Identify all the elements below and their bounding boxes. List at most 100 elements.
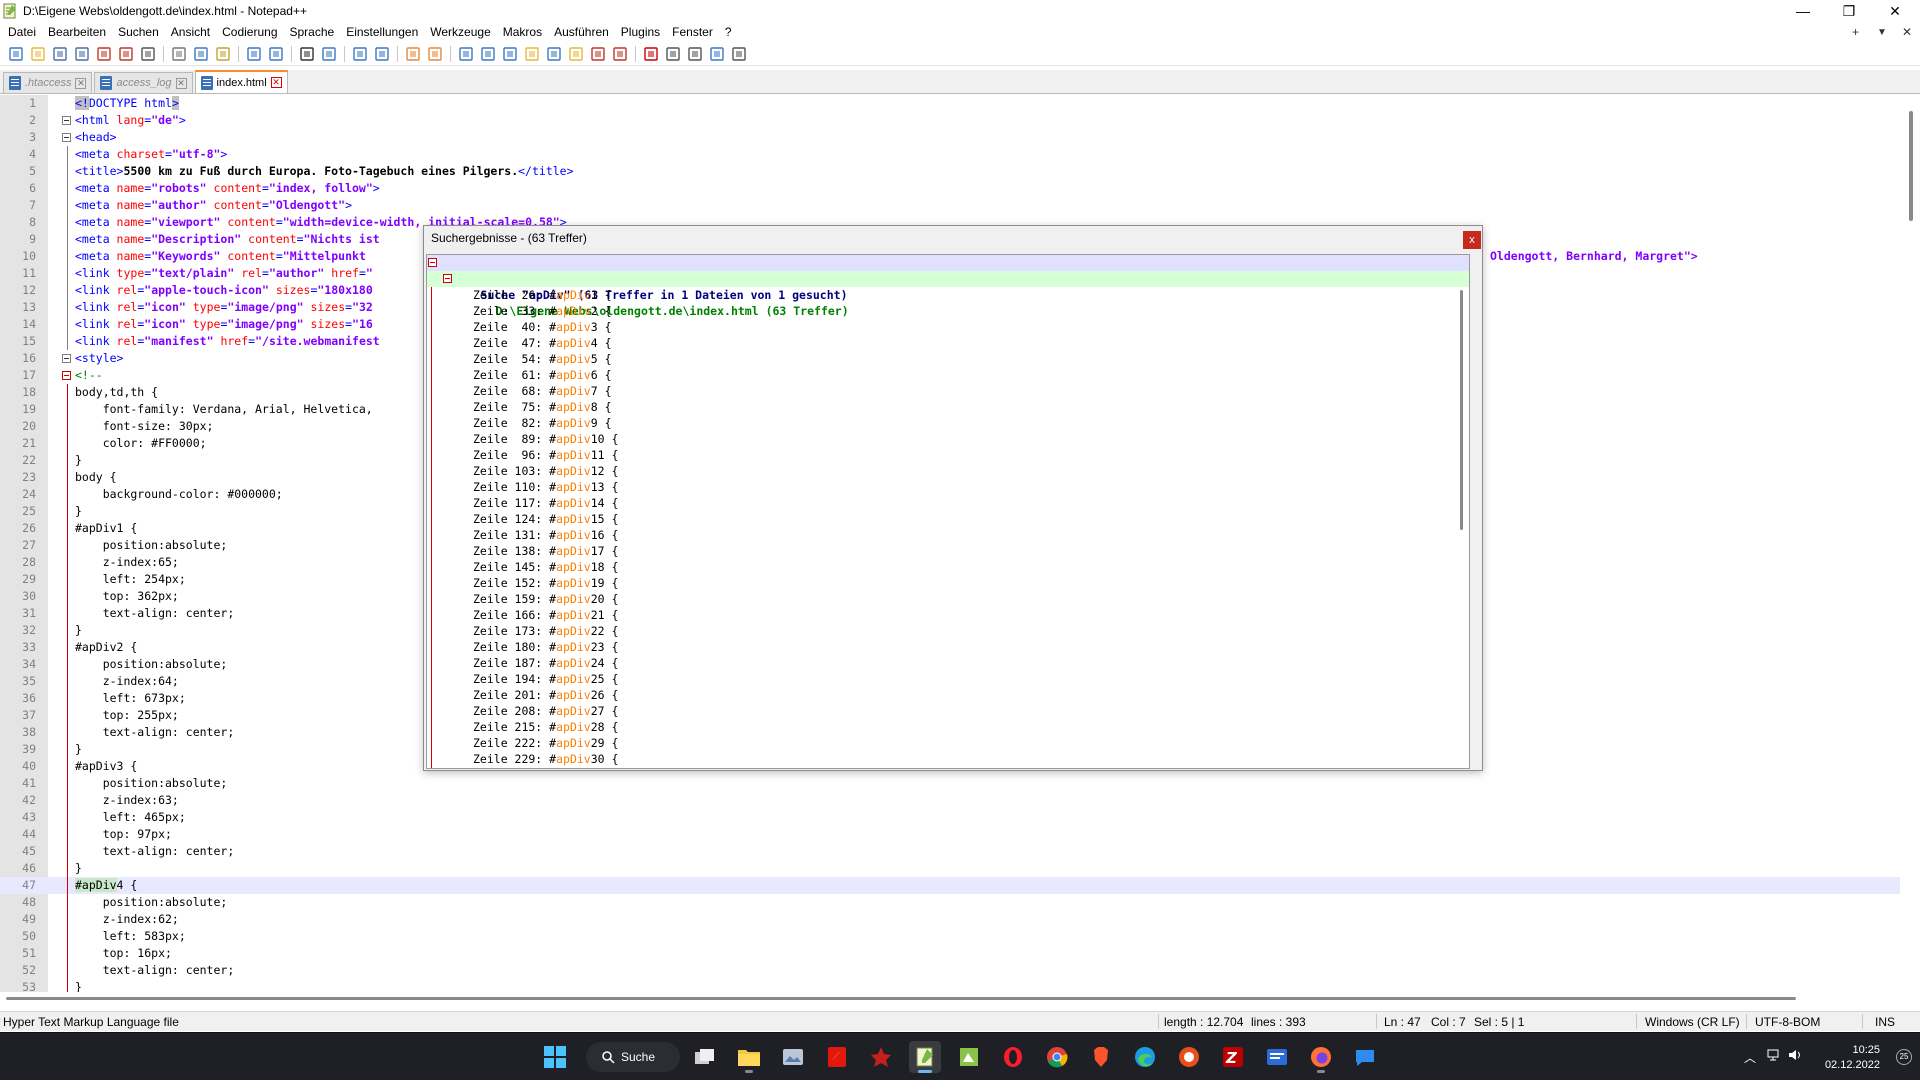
fold-toggle-icon[interactable] (62, 354, 71, 363)
run-macro-multiple-icon[interactable] (707, 44, 727, 64)
acrobat-icon[interactable] (821, 1041, 853, 1073)
file-explorer-icon[interactable] (733, 1041, 765, 1073)
task-view-icon[interactable] (689, 1041, 721, 1073)
func-list-icon[interactable] (566, 44, 586, 64)
app-orange-icon[interactable] (1173, 1041, 1205, 1073)
print-icon[interactable] (138, 44, 158, 64)
search-hit-line[interactable]: Zeile 194: #apDiv25 { (427, 671, 1469, 687)
stop-macro-icon[interactable] (663, 44, 683, 64)
chrome-icon[interactable] (1041, 1041, 1073, 1073)
search-hit-line[interactable]: Zeile 215: #apDiv28 { (427, 719, 1469, 735)
menu-makros[interactable]: Makros (497, 22, 548, 42)
search-hit-line[interactable]: Zeile 54: #apDiv5 { (427, 351, 1469, 367)
search-results-list[interactable]: Suche "apDiv" (63 Treffer in 1 Dateien v… (426, 254, 1470, 769)
zoom-out-icon[interactable] (372, 44, 392, 64)
brave-icon[interactable] (1085, 1041, 1117, 1073)
fold-toggle-icon[interactable] (443, 274, 452, 283)
save-icon[interactable] (50, 44, 70, 64)
status-eol[interactable]: Windows (CR LF) (1645, 1015, 1740, 1029)
status-encoding[interactable]: UTF-8-BOM (1755, 1015, 1820, 1029)
code-line[interactable]: 45 text-align: center; (0, 843, 1900, 860)
indent-guide-icon[interactable] (500, 44, 520, 64)
close-search-results-button[interactable]: x (1463, 231, 1481, 249)
search-hit-line[interactable]: Zeile 208: #apDiv27 { (427, 703, 1469, 719)
tab-access-log[interactable]: access_log ✕ (94, 72, 193, 93)
code-line[interactable]: 43 left: 465px; (0, 809, 1900, 826)
menu-ausfuehren[interactable]: Ausführen (548, 22, 615, 42)
taskbar-search-button[interactable]: Suche (586, 1042, 680, 1072)
search-hit-line[interactable]: Zeile 33: #apDiv2 { (427, 303, 1469, 319)
fold-toggle-icon[interactable] (428, 258, 437, 267)
chevron-up-icon[interactable]: ︿ (1744, 1049, 1756, 1066)
word-wrap-icon[interactable] (456, 44, 476, 64)
search-hit-line[interactable]: Zeile 173: #apDiv22 { (427, 623, 1469, 639)
minimize-button[interactable]: — (1780, 0, 1826, 22)
search-hit-line[interactable]: Zeile 89: #apDiv10 { (427, 431, 1469, 447)
scrollbar-thumb[interactable] (6, 997, 1796, 1000)
search-hit-line[interactable]: Zeile 103: #apDiv12 { (427, 463, 1469, 479)
redo-icon[interactable] (266, 44, 286, 64)
zoom-in-icon[interactable] (350, 44, 370, 64)
code-line[interactable]: 3 <head> (0, 129, 1900, 146)
horizontal-scrollbar[interactable] (0, 992, 1920, 1006)
cut-icon[interactable] (169, 44, 189, 64)
paste-icon[interactable] (213, 44, 233, 64)
search-hit-line[interactable]: Zeile 201: #apDiv26 { (427, 687, 1469, 703)
fold-toggle-icon[interactable] (62, 371, 71, 380)
code-line[interactable]: 41 position:absolute; (0, 775, 1900, 792)
search-hit-line[interactable]: Zeile 26: #apDiv1 { (427, 287, 1469, 303)
search-hit-line[interactable]: Zeile 131: #apDiv16 { (427, 527, 1469, 543)
all-chars-icon[interactable] (478, 44, 498, 64)
code-line[interactable]: 50 left: 583px; (0, 928, 1900, 945)
menu-ansicht[interactable]: Ansicht (165, 22, 216, 42)
find-icon[interactable] (297, 44, 317, 64)
code-line[interactable]: 4 <meta charset="utf-8"> (0, 146, 1900, 163)
search-hit-line[interactable]: Zeile 138: #apDiv17 { (427, 543, 1469, 559)
menu-einstellungen[interactable]: Einstellungen (340, 22, 424, 42)
code-line[interactable]: 53} (0, 979, 1900, 992)
code-line[interactable]: 46} (0, 860, 1900, 877)
chat-icon[interactable] (1349, 1041, 1381, 1073)
tab-htaccess[interactable]: .htaccess ✕ (3, 72, 93, 93)
code-line[interactable]: 2 <html lang="de"> (0, 112, 1900, 129)
play-macro-icon[interactable] (685, 44, 705, 64)
menu-help[interactable]: ? (719, 22, 738, 42)
search-summary-line[interactable]: Suche "apDiv" (63 Treffer in 1 Dateien v… (427, 255, 1469, 302)
menu-codierung[interactable]: Codierung (216, 22, 283, 42)
close-icon[interactable] (94, 44, 114, 64)
opera-icon[interactable] (997, 1041, 1029, 1073)
search-hit-line[interactable]: Zeile 47: #apDiv4 { (427, 335, 1469, 351)
monitoring-icon[interactable] (610, 44, 630, 64)
search-hit-line[interactable]: Zeile 110: #apDiv13 { (427, 479, 1469, 495)
search-hit-line[interactable]: Zeile 61: #apDiv6 { (427, 367, 1469, 383)
undo-icon[interactable] (244, 44, 264, 64)
search-hit-line[interactable]: Zeile 159: #apDiv20 { (427, 591, 1469, 607)
filezilla-icon[interactable]: Z (1217, 1041, 1249, 1073)
save-all-icon[interactable] (72, 44, 92, 64)
close-all-icon[interactable] (116, 44, 136, 64)
search-hit-line[interactable]: Zeile 40: #apDiv3 { (427, 319, 1469, 335)
search-hit-line[interactable]: Zeile 180: #apDiv23 { (427, 639, 1469, 655)
search-hit-line[interactable]: Zeile 229: #apDiv30 { (427, 751, 1469, 767)
code-line[interactable]: 1 <!DOCTYPE html> (0, 95, 1900, 112)
code-line[interactable]: 52 text-align: center; (0, 962, 1900, 979)
code-line[interactable]: 44 top: 97px; (0, 826, 1900, 843)
tab-index-html[interactable]: index.html ✕ (194, 70, 288, 93)
menu-fenster[interactable]: Fenster (666, 22, 719, 42)
replace-icon[interactable] (319, 44, 339, 64)
menu-suchen[interactable]: Suchen (112, 22, 165, 42)
app-red-star-icon[interactable] (865, 1041, 897, 1073)
code-line[interactable]: 6 <meta name="robots" content="index, fol… (0, 180, 1900, 197)
tab-close-icon[interactable]: ✕ (175, 77, 187, 89)
search-hit-line[interactable]: Zeile 68: #apDiv7 { (427, 383, 1469, 399)
save-macro-icon[interactable] (729, 44, 749, 64)
code-line[interactable]: 48 position:absolute; (0, 894, 1900, 911)
code-line[interactable]: 49 z-index:62; (0, 911, 1900, 928)
search-hit-line[interactable]: Zeile 166: #apDiv21 { (427, 607, 1469, 623)
search-hit-line[interactable]: Zeile 96: #apDiv11 { (427, 447, 1469, 463)
fold-toggle-icon[interactable] (62, 133, 71, 142)
tab-list-button[interactable]: ▼ (1877, 22, 1887, 42)
notification-badge[interactable]: 25 (1896, 1049, 1912, 1065)
firefox-icon[interactable] (1305, 1041, 1337, 1073)
code-line[interactable]: 47 #apDiv4 { (0, 877, 1900, 894)
